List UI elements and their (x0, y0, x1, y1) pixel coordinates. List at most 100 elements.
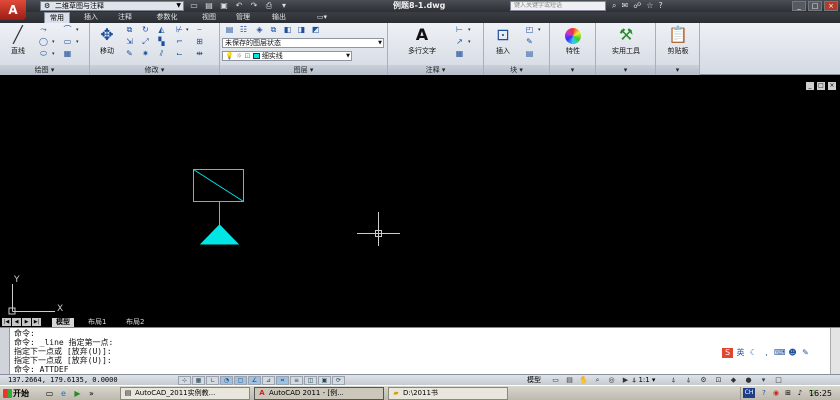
minimize-button[interactable]: _ (792, 1, 806, 11)
layers-panel-title[interactable]: 图层 ▾ (220, 65, 387, 75)
search-input[interactable]: 键入关键字或短语 (510, 1, 606, 11)
annotation-visibility-icon[interactable]: ⍋ (668, 376, 679, 385)
redo-icon[interactable]: ↷ (248, 0, 260, 11)
command-window-grip[interactable] (0, 328, 10, 375)
open-folder-icon[interactable]: ▤ (203, 0, 215, 11)
layer-previous-icon[interactable]: ◧ (282, 25, 293, 35)
create-block-icon[interactable]: ◰ (524, 25, 535, 35)
tab-layout2[interactable]: 布局2 (122, 318, 148, 327)
draw-panel-title[interactable]: 绘图 ▾ (0, 65, 89, 75)
keyboard-icon[interactable]: ⌨ (774, 348, 786, 358)
tab-manage[interactable]: 管理 (230, 12, 256, 23)
modify-panel-title[interactable]: 修改 ▾ (90, 65, 219, 75)
edit-attribute-icon[interactable]: ▤ (524, 49, 535, 59)
selection-cycling-toggle[interactable]: ⟳ (332, 376, 345, 385)
settings-icon[interactable]: ✎ (800, 348, 811, 358)
network-tray-icon[interactable]: ⊞ (783, 388, 793, 398)
close-button[interactable]: × (824, 1, 838, 11)
command-scrollbar[interactable] (830, 328, 840, 375)
dynamic-ucs-toggle[interactable]: ⊿ (262, 376, 275, 385)
help-tray-icon[interactable]: ? (759, 388, 769, 398)
isolate-objects-icon[interactable]: ● (743, 376, 754, 385)
lineweight-toggle[interactable]: ≡ (290, 376, 303, 385)
tab-home[interactable]: 常用 (44, 12, 70, 23)
ellipse-dropdown-icon[interactable]: ▾ (52, 49, 57, 59)
zoom-icon[interactable]: ⌕ (592, 376, 603, 385)
layer-properties-icon[interactable]: ▤ (224, 25, 235, 35)
taskbar-item-folder[interactable]: ▰ D:\2011书 (388, 387, 508, 400)
taskbar-item-tutorial[interactable]: ▤ AutoCAD_2011实例教... (120, 387, 250, 400)
leader-dropdown-icon[interactable]: ▾ (468, 37, 473, 47)
utilities-panel-title[interactable]: ▾ (596, 65, 655, 75)
insert-block-button[interactable]: ⊡ 插入 (486, 25, 520, 56)
multiline-text-button[interactable]: A 多行文字 (400, 25, 444, 56)
ie-browser-icon[interactable]: e (58, 388, 69, 399)
undo-icon[interactable]: ↶ (233, 0, 245, 11)
tab-model[interactable]: 模型 (52, 318, 74, 327)
line-button[interactable]: ╱ 直线 (2, 25, 34, 56)
print-icon[interactable]: ⎙ (263, 0, 275, 11)
auto-scale-icon[interactable]: ⍋ (683, 376, 694, 385)
dimension-dropdown-icon[interactable]: ▾ (468, 25, 473, 35)
first-layout-icon[interactable]: |◀ (2, 318, 11, 326)
multileader-icon[interactable]: ↗ (454, 37, 465, 47)
qat-dropdown-icon[interactable]: ▾ (278, 0, 290, 11)
last-layout-icon[interactable]: ▶| (32, 318, 41, 326)
arc-icon[interactable]: ⌒ (62, 25, 73, 35)
trim-dropdown-icon[interactable]: ▾ (186, 25, 191, 35)
utilities-button[interactable]: ⚒ 实用工具 (600, 25, 652, 56)
ribbon-minimize-icon[interactable]: ▭▾ (312, 12, 332, 23)
communication-icon[interactable]: ☍ (633, 0, 641, 12)
explode-icon[interactable]: ✷ (140, 49, 151, 59)
tab-annotate[interactable]: 注释 (112, 12, 138, 23)
drawing-canvas[interactable]: _ □ × X Y (0, 76, 840, 318)
circle-icon[interactable]: ◯ (38, 37, 49, 47)
quick-view-layouts-icon[interactable]: ▭ (550, 376, 561, 385)
layer-isolate-icon[interactable]: ◨ (296, 25, 307, 35)
taskbar-item-autocad[interactable]: A AutoCAD 2011 - [例... (254, 387, 384, 400)
command-window[interactable]: 命令: 命令: _line 指定第一点: 指定下一点或 [放弃(U)]: 指定下… (0, 327, 840, 375)
polyline-icon[interactable]: ⤳ (38, 25, 49, 35)
trim-icon[interactable]: ⊬ (174, 25, 185, 35)
new-file-icon[interactable]: ▭ (188, 0, 200, 11)
snap-mode-toggle[interactable]: ⊹ (178, 376, 191, 385)
application-menu-button[interactable]: A (0, 0, 26, 20)
clipboard-button[interactable]: 📋 剪贴板 (658, 25, 698, 56)
rectangle-icon[interactable]: ▭ (62, 37, 73, 47)
join-icon[interactable]: ⊞ (194, 37, 205, 47)
break-icon[interactable]: ⎯ (194, 25, 205, 35)
stretch-icon[interactable]: ⇲ (124, 37, 135, 47)
ortho-mode-toggle[interactable]: ∟ (206, 376, 219, 385)
tab-layout1[interactable]: 布局1 (84, 318, 110, 327)
media-player-icon[interactable]: ▶ (72, 388, 83, 399)
maximize-button[interactable]: □ (808, 1, 822, 11)
offset-icon[interactable]: ⫽ (156, 49, 167, 59)
annotation-panel-title[interactable]: 注释 ▾ (388, 65, 483, 75)
show-desktop-icon[interactable]: ▭ (44, 388, 55, 399)
showmotion-icon[interactable]: ▶ (620, 376, 631, 385)
favorites-star-icon[interactable]: ☆ (646, 0, 653, 12)
polar-tracking-toggle[interactable]: ◔ (220, 376, 233, 385)
quick-view-drawings-icon[interactable]: ▤ (564, 376, 575, 385)
quick-properties-toggle[interactable]: ▣ (318, 376, 331, 385)
erase-icon[interactable]: ✎ (124, 49, 135, 59)
copy-icon[interactable]: ⧉ (124, 25, 135, 35)
lock-ui-icon[interactable]: ⊡ (713, 376, 724, 385)
make-current-icon[interactable]: ◈ (254, 25, 265, 35)
binoculars-icon[interactable]: ⌕ (612, 0, 616, 12)
block-panel-title[interactable]: 块 ▾ (484, 65, 549, 75)
language-indicator[interactable]: CH (743, 388, 755, 398)
mirror-icon[interactable]: ◭ (156, 25, 167, 35)
match-layer-icon[interactable]: ⧉ (268, 25, 279, 35)
prev-layout-icon[interactable]: ◀ (12, 318, 21, 326)
properties-button[interactable]: 特性 (552, 25, 594, 56)
lengthen-icon[interactable]: ⇹ (194, 49, 205, 59)
current-layer-select[interactable]: 💡 ☼ ⊡ 细实线 ▼ (222, 51, 352, 61)
hatch-icon[interactable]: ▦ (62, 49, 73, 59)
tab-output[interactable]: 输出 (266, 12, 292, 23)
ime-mode-icon[interactable]: 英 (735, 348, 746, 358)
scale-icon[interactable]: ⤢ (140, 37, 151, 47)
roughness-symbol-block[interactable] (193, 169, 244, 245)
ellipse-icon[interactable]: ⬭ (38, 49, 49, 59)
command-input[interactable]: 命令: ATTDEF (14, 365, 113, 374)
